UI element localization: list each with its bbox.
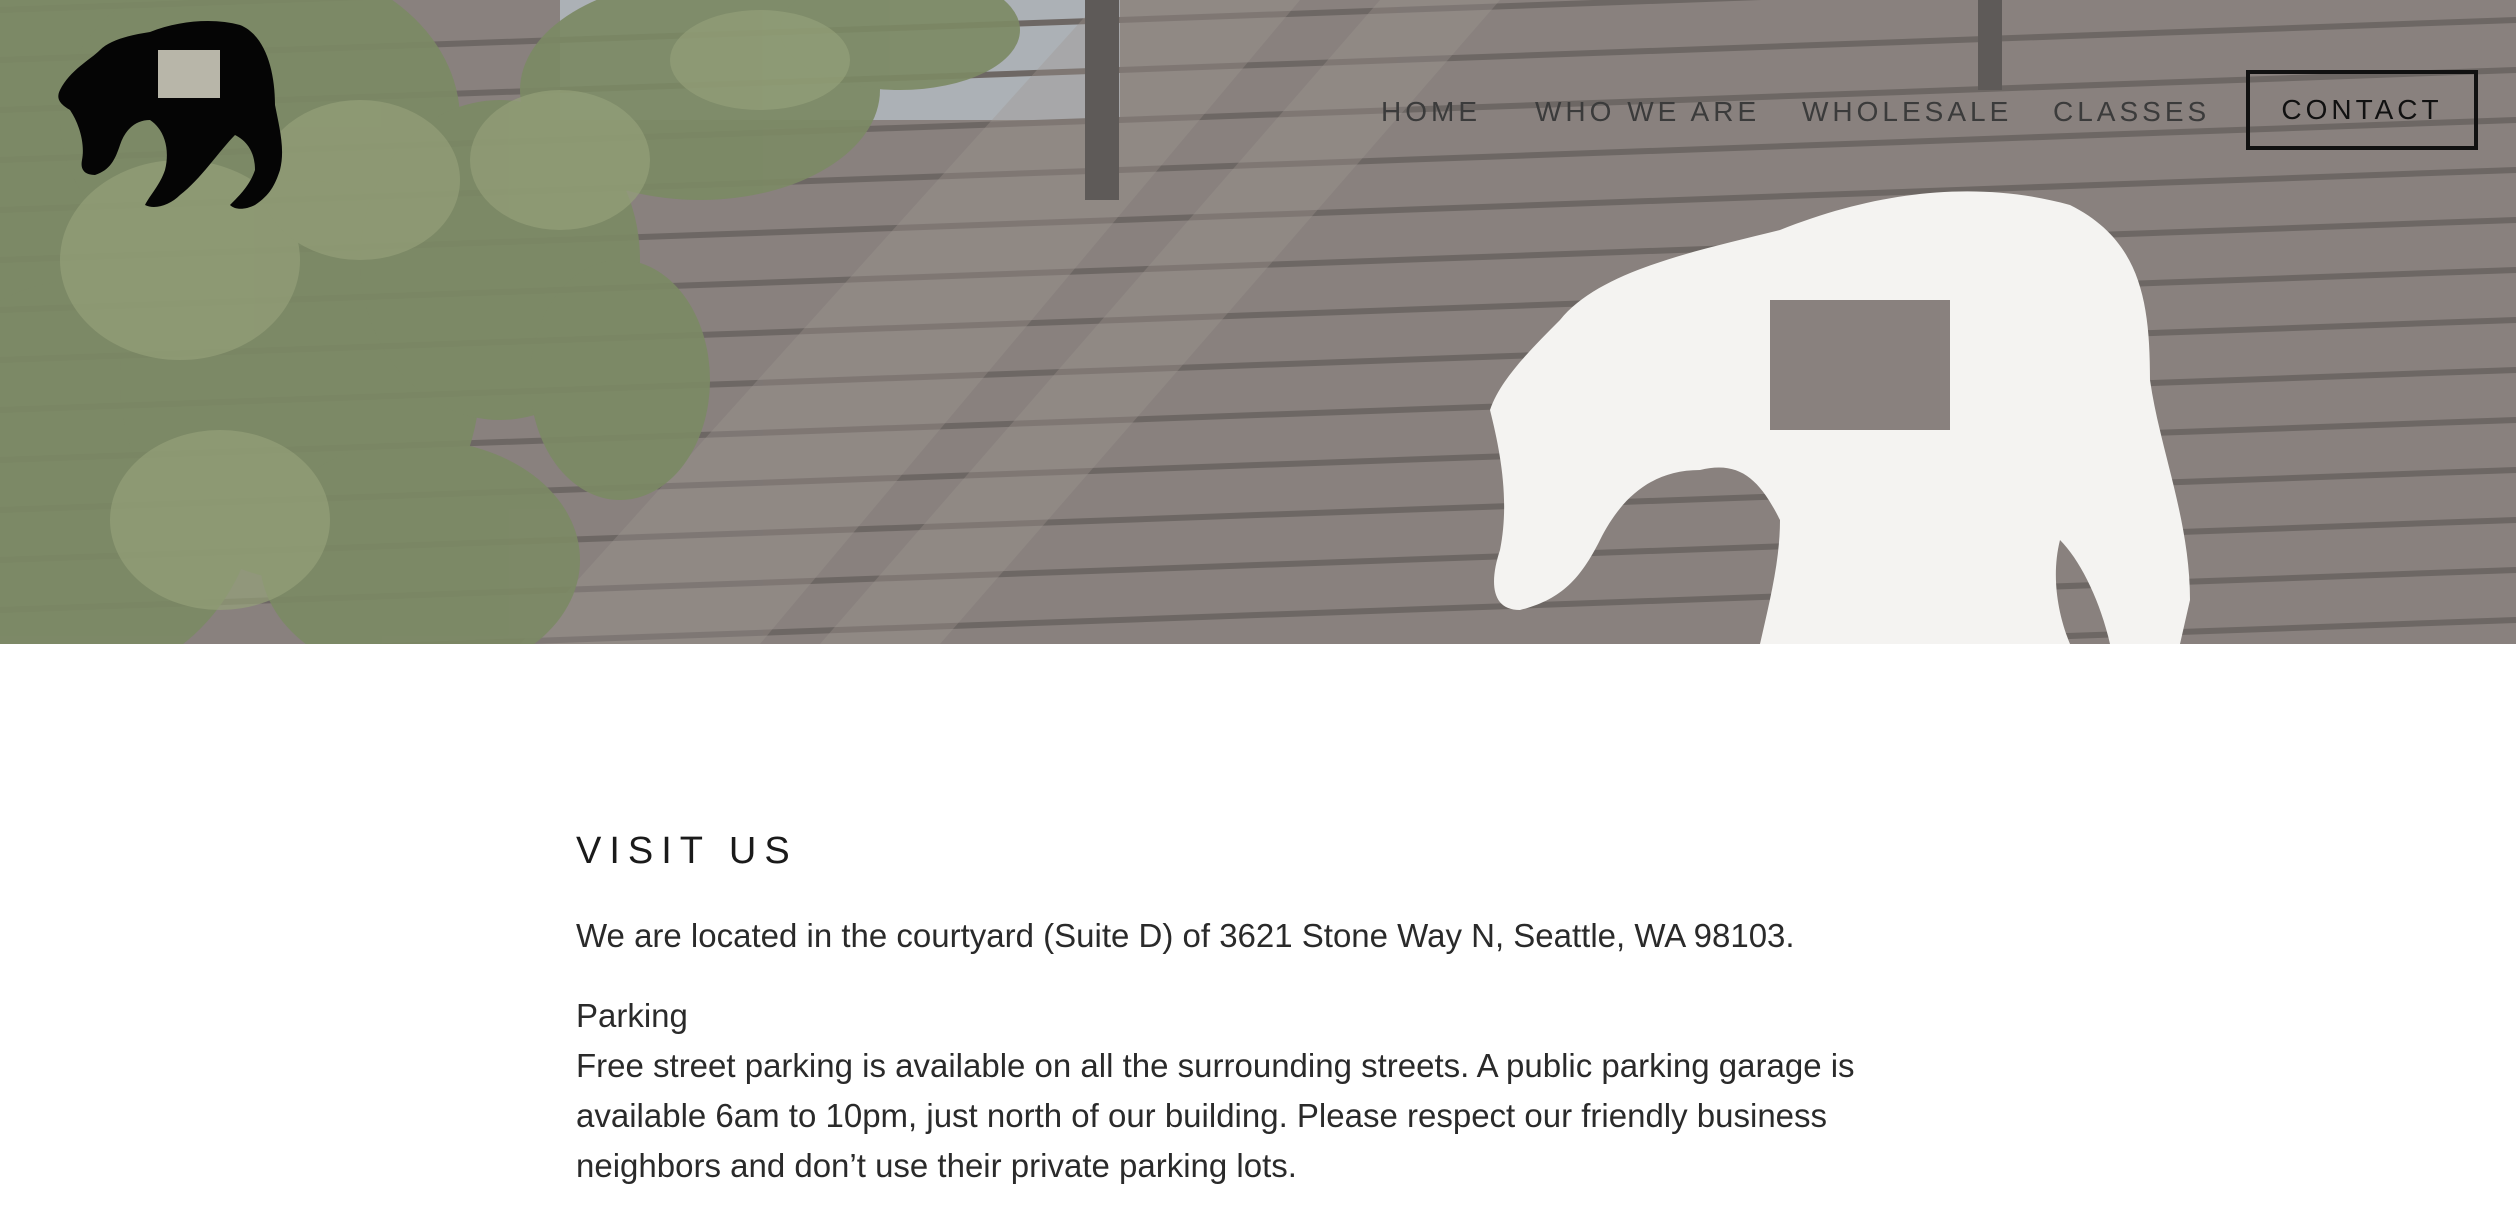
parking-heading: Parking (576, 997, 688, 1034)
visit-title: VISIT US (576, 830, 798, 872)
hero-image: HOME WHO WE ARE WHOLESALE CLASSES CONTAC… (0, 0, 2516, 644)
parking-block: Parking Free street parking is available… (576, 991, 1876, 1191)
visit-section: VISIT US We are located in the courtyard… (576, 830, 1876, 1221)
nav-home[interactable]: HOME (1381, 96, 1481, 128)
nav-classes[interactable]: CLASSES (2053, 96, 2210, 128)
contact-button[interactable]: CONTACT (2246, 70, 2478, 150)
horse-logo-icon[interactable] (40, 10, 300, 220)
location-text: We are located in the courtyard (Suite D… (576, 917, 1795, 954)
nav-who-we-are[interactable]: WHO WE ARE (1535, 96, 1760, 128)
page: HOME WHO WE ARE WHOLESALE CLASSES CONTAC… (0, 0, 2516, 1224)
parking-text: Free street parking is available on all … (576, 1047, 1855, 1184)
nav-wholesale[interactable]: WHOLESALE (1802, 96, 2012, 128)
